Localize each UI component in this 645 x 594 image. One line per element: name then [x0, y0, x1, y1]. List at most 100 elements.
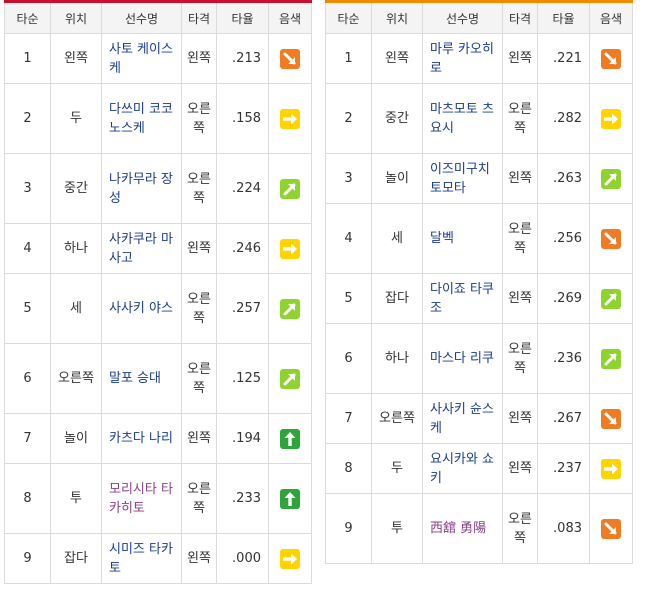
- down-right-arrow-icon: [601, 518, 621, 539]
- player-cell: 시미즈 타카토: [101, 533, 182, 584]
- up-right-arrow-icon: [601, 348, 621, 369]
- batting-average: .125: [216, 343, 269, 414]
- batting-order: 1: [325, 33, 372, 84]
- batting-order: 6: [4, 343, 51, 414]
- player-link[interactable]: 사카쿠라 마사고: [109, 232, 173, 266]
- player-cell: 사사키 슌스케: [422, 393, 503, 444]
- table-row: 9 잡다 시미즈 타카토 왼쪽 .000: [4, 533, 312, 584]
- player-link[interactable]: 카츠다 나리: [109, 431, 173, 446]
- trend-cell: [268, 33, 312, 84]
- trend-cell: [268, 83, 312, 154]
- batting-average: .257: [216, 273, 269, 344]
- header-row: 타순 위치 선수명 타격 타율 음색: [325, 1, 633, 34]
- up-right-arrow-icon: [280, 298, 300, 319]
- player-link[interactable]: 西舘 勇陽: [430, 521, 486, 536]
- player-cell: 요시카와 쇼키: [422, 443, 503, 494]
- trend-cell: [589, 153, 633, 204]
- batting-average: .224: [216, 153, 269, 224]
- player-link[interactable]: 요시카와 쇼키: [430, 452, 494, 486]
- trend-cell: [268, 343, 312, 414]
- table-row: 1 왼쪽 사토 케이스케 왼쪽 .213: [4, 33, 312, 84]
- position: 두: [371, 443, 423, 494]
- batting-order: 9: [325, 493, 372, 564]
- player-cell: 말포 승대: [101, 343, 182, 414]
- trend-cell: [589, 33, 633, 84]
- header-player-name: 선수명: [101, 1, 182, 34]
- player-link[interactable]: 마츠모토 츠요시: [430, 102, 494, 136]
- header-player-name: 선수명: [422, 1, 503, 34]
- player-link[interactable]: 사토 케이스케: [109, 42, 173, 76]
- position: 왼쪽: [371, 33, 423, 84]
- player-link[interactable]: 나카무라 장성: [109, 172, 173, 206]
- up-right-arrow-icon: [601, 288, 621, 309]
- player-link[interactable]: 시미즈 타카토: [109, 542, 173, 576]
- player-link[interactable]: 모리시타 타카히토: [109, 482, 173, 516]
- table-row: 8 두 요시카와 쇼키 왼쪽 .237: [325, 443, 633, 494]
- batting-side: 오른쪽: [181, 273, 217, 344]
- player-cell: 마스다 리쿠: [422, 323, 503, 394]
- batting-average: .269: [537, 273, 590, 324]
- player-link[interactable]: 마스다 리쿠: [430, 351, 494, 366]
- batting-side: 왼쪽: [502, 273, 538, 324]
- batting-average: .236: [537, 323, 590, 394]
- position: 왼쪽: [50, 33, 102, 84]
- position: 투: [50, 463, 102, 534]
- table-row: 1 왼쪽 마루 카오히로 왼쪽 .221: [325, 33, 633, 84]
- table-row: 2 중간 마츠모토 츠요시 오른쪽 .282: [325, 83, 633, 154]
- right-arrow-icon: [601, 108, 621, 129]
- batting-average: .233: [216, 463, 269, 534]
- batting-order: 3: [325, 153, 372, 204]
- player-link[interactable]: 다쓰미 코코노스케: [109, 102, 173, 136]
- player-link[interactable]: 마루 카오히로: [430, 42, 494, 76]
- batting-order: 2: [4, 83, 51, 154]
- player-link[interactable]: 이즈미구치 토모타: [430, 162, 490, 196]
- player-cell: 사카쿠라 마사고: [101, 223, 182, 274]
- batting-average: .213: [216, 33, 269, 84]
- batting-side: 오른쪽: [502, 203, 538, 274]
- trend-cell: [589, 83, 633, 154]
- batting-order: 1: [4, 33, 51, 84]
- player-link[interactable]: 사사키 슌스케: [430, 402, 494, 436]
- batting-side: 오른쪽: [181, 153, 217, 224]
- player-cell: 西舘 勇陽: [422, 493, 503, 564]
- batting-side: 왼쪽: [502, 33, 538, 84]
- batting-side: 오른쪽: [181, 463, 217, 534]
- player-link[interactable]: 달벡: [430, 231, 454, 246]
- batting-order: 6: [325, 323, 372, 394]
- up-right-arrow-icon: [280, 368, 300, 389]
- header-trend: 음색: [589, 1, 633, 34]
- player-cell: 카츠다 나리: [101, 413, 182, 464]
- header-batting-average: 타율: [537, 1, 590, 34]
- table-row: 3 중간 나카무라 장성 오른쪽 .224: [4, 153, 312, 224]
- batting-side: 왼쪽: [181, 533, 217, 584]
- batting-side: 오른쪽: [502, 323, 538, 394]
- down-right-arrow-icon: [601, 228, 621, 249]
- position: 세: [50, 273, 102, 344]
- position: 오른쪽: [50, 343, 102, 414]
- header-batting-order: 타순: [4, 1, 51, 34]
- player-cell: 다이죠 타쿠조: [422, 273, 503, 324]
- table-row: 4 하나 사카쿠라 마사고 왼쪽 .246: [4, 223, 312, 274]
- batting-order: 5: [325, 273, 372, 324]
- position: 오른쪽: [371, 393, 423, 444]
- position: 세: [371, 203, 423, 274]
- right-arrow-icon: [280, 548, 300, 569]
- down-right-arrow-icon: [601, 48, 621, 69]
- batting-average: .282: [537, 83, 590, 154]
- batting-side: 왼쪽: [502, 393, 538, 444]
- player-link[interactable]: 말포 승대: [109, 371, 161, 386]
- trend-cell: [268, 413, 312, 464]
- batting-order: 4: [325, 203, 372, 274]
- table-row: 3 놀이 이즈미구치 토모타 왼쪽 .263: [325, 153, 633, 204]
- player-link[interactable]: 사사키 야스: [109, 301, 173, 316]
- down-right-arrow-icon: [280, 48, 300, 69]
- header-row: 타순 위치 선수명 타격 타율 음색: [4, 1, 312, 34]
- table-row: 7 놀이 카츠다 나리 왼쪽 .194: [4, 413, 312, 464]
- header-batting-order: 타순: [325, 1, 372, 34]
- batting-average: .221: [537, 33, 590, 84]
- player-link[interactable]: 다이죠 타쿠조: [430, 282, 494, 316]
- table-row: 7 오른쪽 사사키 슌스케 왼쪽 .267: [325, 393, 633, 444]
- batting-side: 오른쪽: [181, 343, 217, 414]
- home-lineup-table: 타순 위치 선수명 타격 타율 음색 1 왼쪽 사토 케이스케 왼쪽 .213 2 두 다쓰미…: [4, 0, 312, 584]
- batting-average: .267: [537, 393, 590, 444]
